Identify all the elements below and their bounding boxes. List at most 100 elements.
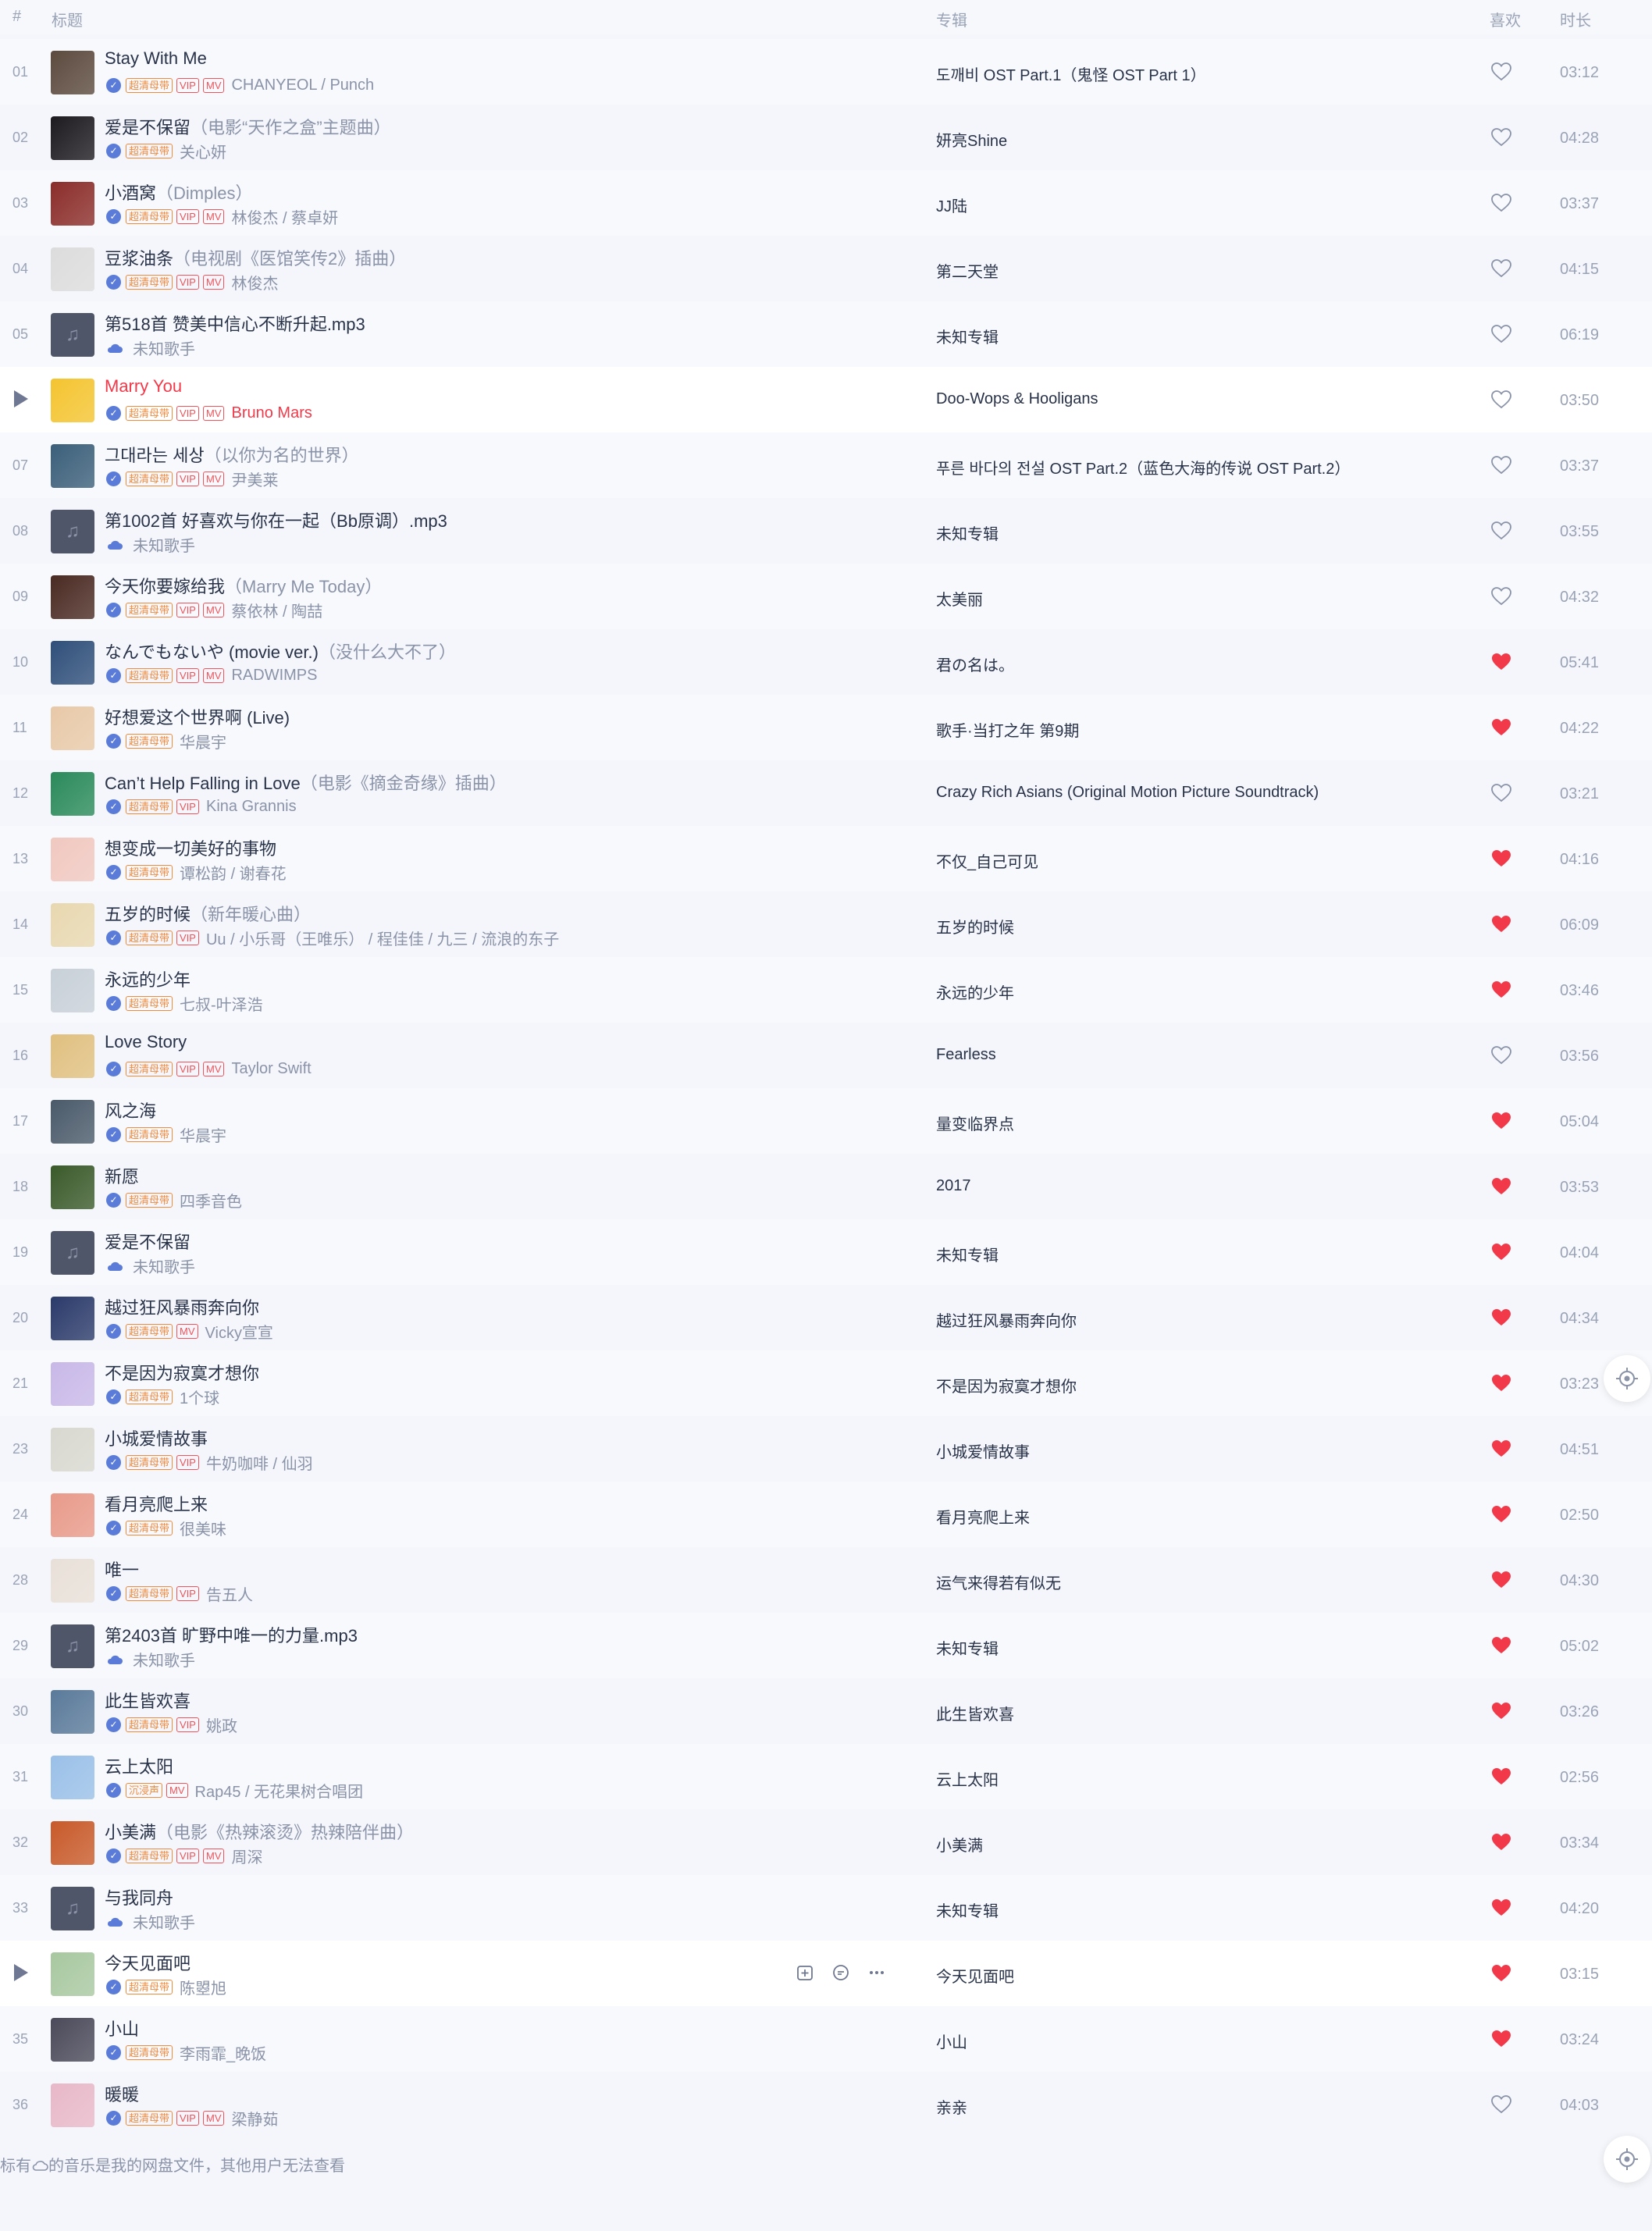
- album-cover[interactable]: [51, 1165, 94, 1209]
- song-name[interactable]: 今天见面吧: [105, 1954, 190, 1973]
- table-row[interactable]: 18 新愿 ✓ 超清母带 四季音色 2017 03:53: [0, 1154, 1652, 1219]
- song-title[interactable]: 今天你要嫁给我（Marry Me Today）: [105, 573, 885, 598]
- artist-link[interactable]: 未知歌手: [133, 1254, 195, 1277]
- mv-badge[interactable]: MV: [202, 274, 225, 290]
- album-link[interactable]: 未知专辑: [936, 1636, 1529, 1659]
- song-title[interactable]: Love Story: [105, 1032, 885, 1052]
- heart-icon[interactable]: [1490, 1111, 1512, 1131]
- mv-badge[interactable]: MV: [202, 208, 225, 224]
- mv-badge[interactable]: MV: [176, 1323, 198, 1339]
- album-link[interactable]: Fearless: [936, 1046, 1529, 1064]
- album-cover[interactable]: [51, 1034, 94, 1078]
- heart-icon[interactable]: [1490, 2094, 1512, 2115]
- heart-icon[interactable]: [1490, 2029, 1512, 2049]
- table-row[interactable]: 01 Stay With Me ✓ 超清母带 VIP MV CHANYEOL / Punch…: [0, 39, 1652, 105]
- song-name[interactable]: 永远的少年: [105, 970, 190, 990]
- album-link[interactable]: 今天见面吧: [936, 1964, 1529, 1987]
- artist-link[interactable]: 牛奶咖啡 / 仙羽: [206, 1451, 313, 1474]
- song-name[interactable]: 越过狂风暴雨奔向你: [105, 1298, 259, 1318]
- artist-link[interactable]: Bruno Mars: [231, 404, 312, 422]
- mv-badge[interactable]: MV: [202, 1848, 225, 1863]
- album-link[interactable]: 푸른 바다의 전설 OST Part.2（蓝色大海的传说 OST Part.2）: [936, 456, 1529, 479]
- song-title[interactable]: 风之海: [105, 1098, 885, 1123]
- table-row[interactable]: 07 그대라는 세상（以你为名的世界） ✓ 超清母带 VIP MV 尹美莱 푸른 바다의 전설…: [0, 432, 1652, 498]
- album-cover[interactable]: ♫: [51, 1624, 94, 1668]
- mv-badge[interactable]: MV: [202, 405, 225, 421]
- album-cover[interactable]: [51, 182, 94, 226]
- table-row[interactable]: 33 ♫ 与我同舟 未知歌手 未知专辑 04:20: [0, 1875, 1652, 1941]
- artist-link[interactable]: 很美味: [180, 1517, 226, 1539]
- table-row[interactable]: 24 看月亮爬上来 ✓ 超清母带 很美味 看月亮爬上来 02:50: [0, 1482, 1652, 1547]
- table-row[interactable]: 20 越过狂风暴雨奔向你 ✓ 超清母带 MV Vicky宣宣 越过狂风暴雨奔向你 04:34: [0, 1285, 1652, 1350]
- heart-icon[interactable]: [1490, 1308, 1512, 1328]
- table-row[interactable]: 10 なんでもないや (movie ver.)（没什么大不了） ✓ 超清母带 VIP MV…: [0, 629, 1652, 695]
- artist-link[interactable]: 尹美莱: [231, 468, 278, 490]
- artist-link[interactable]: 梁静茹: [231, 2107, 278, 2130]
- album-link[interactable]: 未知专辑: [936, 1898, 1529, 1921]
- mv-badge[interactable]: MV: [166, 1782, 188, 1798]
- song-title[interactable]: Can’t Help Falling in Love（电影《摘金奇缘》插曲）: [105, 770, 885, 795]
- album-link[interactable]: 越过狂风暴雨奔向你: [936, 1308, 1529, 1331]
- album-link[interactable]: 亲亲: [936, 2095, 1529, 2118]
- song-name[interactable]: 看月亮爬上来: [105, 1495, 208, 1514]
- song-title[interactable]: 第518首 赞美中信心不断升起.mp3: [105, 311, 885, 336]
- song-title[interactable]: 爱是不保留: [105, 1229, 885, 1254]
- album-cover[interactable]: [51, 2018, 94, 2062]
- table-row[interactable]: Marry You ✓ 超清母带 VIP MV Bruno Mars Doo-Wops & …: [0, 367, 1652, 432]
- table-row[interactable]: 12 Can’t Help Falling in Love（电影《摘金奇缘》插曲）…: [0, 760, 1652, 826]
- heart-icon[interactable]: [1490, 1176, 1512, 1197]
- album-cover[interactable]: [51, 1297, 94, 1340]
- play-icon[interactable]: [14, 390, 28, 407]
- album-link[interactable]: 永远的少年: [936, 980, 1529, 1003]
- heart-icon[interactable]: [1490, 586, 1512, 607]
- album-link[interactable]: 不是因为寂寞才想你: [936, 1374, 1529, 1397]
- table-row[interactable]: 19 ♫ 爱是不保留 未知歌手 未知专辑 04:04: [0, 1219, 1652, 1285]
- artist-link[interactable]: Kina Grannis: [206, 798, 297, 816]
- album-cover[interactable]: [51, 772, 94, 816]
- album-link[interactable]: 不仅_自己可见: [936, 849, 1529, 872]
- artist-link[interactable]: 蔡依林 / 陶喆: [231, 599, 322, 621]
- heart-icon[interactable]: [1490, 193, 1512, 213]
- album-cover[interactable]: [51, 1493, 94, 1537]
- song-name[interactable]: Love Story: [105, 1032, 187, 1051]
- heart-icon[interactable]: [1490, 1242, 1512, 1262]
- album-link[interactable]: 运气来得若有似无: [936, 1571, 1529, 1593]
- artist-link[interactable]: Vicky宣宣: [205, 1320, 273, 1343]
- album-link[interactable]: 第二天堂: [936, 259, 1529, 282]
- album-link[interactable]: 看月亮爬上来: [936, 1505, 1529, 1528]
- mv-badge[interactable]: MV: [202, 1061, 225, 1076]
- song-name[interactable]: 第2403首 旷野中唯一的力量.mp3: [105, 1626, 358, 1646]
- song-name[interactable]: 第518首 赞美中信心不断升起.mp3: [105, 315, 365, 334]
- table-row[interactable]: 16 Love Story ✓ 超清母带 VIP MV Taylor Swift Fearle…: [0, 1023, 1652, 1088]
- table-row[interactable]: 14 五岁的时候（新年暖心曲） ✓ 超清母带 VIP Uu / 小乐哥（王唯乐） / 程佳…: [0, 891, 1652, 957]
- heart-icon[interactable]: [1490, 324, 1512, 344]
- album-cover[interactable]: [51, 247, 94, 291]
- album-cover[interactable]: [51, 2083, 94, 2127]
- song-title[interactable]: 그대라는 세상（以你为名的世界）: [105, 442, 885, 467]
- table-row[interactable]: 28 唯一 ✓ 超清母带 VIP 告五人 运气来得若有似无 04:30: [0, 1547, 1652, 1613]
- heart-icon[interactable]: [1490, 849, 1512, 869]
- table-row[interactable]: 31 云上太阳 ✓ 沉浸声 MV Rap45 / 无花果树合唱团 云上太阳 02:56: [0, 1744, 1652, 1809]
- album-cover[interactable]: [51, 1100, 94, 1144]
- album-link[interactable]: 云上太阳: [936, 1767, 1529, 1790]
- song-name[interactable]: Stay With Me: [105, 48, 207, 68]
- artist-link[interactable]: RADWIMPS: [231, 667, 317, 685]
- heart-icon[interactable]: [1490, 1701, 1512, 1721]
- artist-link[interactable]: 未知歌手: [133, 533, 195, 556]
- artist-link[interactable]: 关心妍: [180, 140, 226, 162]
- album-link[interactable]: 小城爱情故事: [936, 1439, 1529, 1462]
- song-name[interactable]: 风之海: [105, 1101, 156, 1121]
- album-link[interactable]: 小美满: [936, 1833, 1529, 1856]
- table-row[interactable]: 30 此生皆欢喜 ✓ 超清母带 VIP 姚政 此生皆欢喜 03:26: [0, 1678, 1652, 1744]
- artist-link[interactable]: 未知歌手: [133, 1648, 195, 1671]
- song-name[interactable]: なんでもないや (movie ver.): [105, 642, 319, 662]
- album-cover[interactable]: [51, 1756, 94, 1799]
- artist-link[interactable]: 四季音色: [180, 1189, 242, 1212]
- album-cover[interactable]: [51, 903, 94, 947]
- song-title[interactable]: 想变成一切美好的事物: [105, 835, 885, 860]
- heart-icon[interactable]: [1490, 521, 1512, 541]
- header-duration[interactable]: 时长: [1560, 8, 1591, 30]
- artist-link[interactable]: 华晨宇: [180, 1123, 226, 1146]
- heart-icon[interactable]: [1490, 717, 1512, 738]
- song-title[interactable]: 小酒窝（Dimples）: [105, 180, 885, 205]
